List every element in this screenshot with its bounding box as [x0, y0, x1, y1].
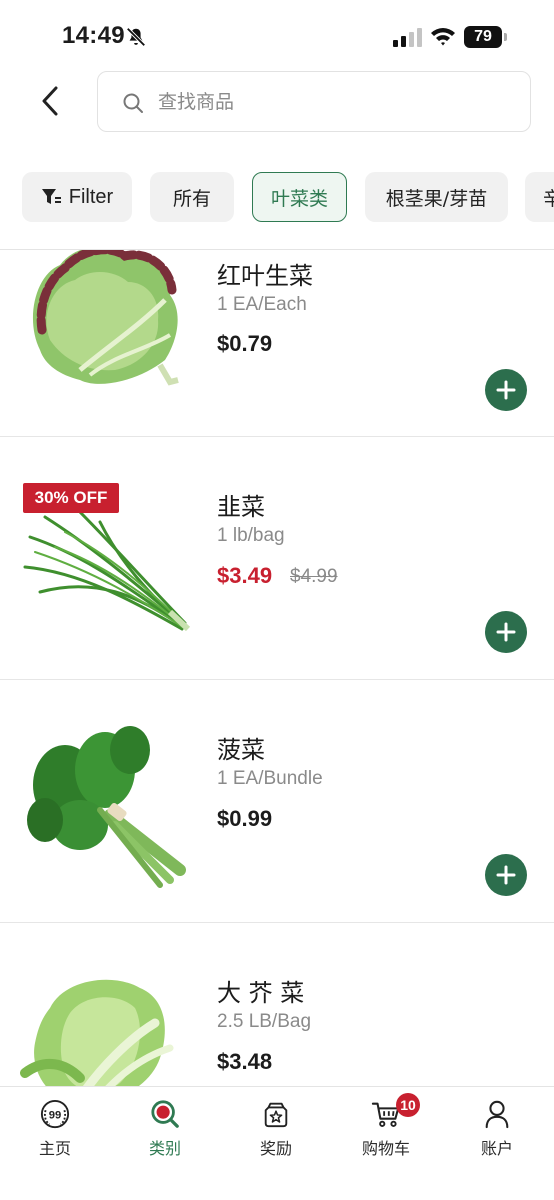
chevron-left-icon — [42, 86, 58, 116]
product-card[interactable]: 菠菜 1 EA/Bundle $0.99 — [0, 680, 554, 923]
product-price: $3.48 — [217, 1049, 273, 1074]
home-logo-icon: 99 — [40, 1099, 70, 1129]
product-price: $0.99 — [217, 806, 273, 831]
filter-label: Filter — [68, 185, 114, 208]
product-list: 红叶生菜 1 EA/Each $0.79 30% OFF 韭菜 1 lb/bag… — [0, 250, 554, 1086]
search-icon — [123, 93, 143, 113]
category-search-icon — [151, 1100, 179, 1128]
search-input[interactable] — [158, 72, 518, 131]
product-card[interactable]: 大 芥 菜 2.5 LB/Bag $3.48 — [0, 923, 554, 1086]
cart-count-badge: 10 — [396, 1093, 420, 1117]
bottom-nav: 99 主页 类别 奖励 10 购物车 账户 — [0, 1086, 554, 1200]
product-original-price: $4.99 — [290, 566, 338, 587]
back-button[interactable] — [30, 80, 72, 122]
product-image-mustard-greens — [20, 979, 174, 1086]
bell-slash-icon — [126, 27, 146, 47]
add-to-cart-button[interactable] — [485, 611, 527, 653]
product-name: 大 芥 菜 — [217, 979, 305, 1007]
status-time: 14:49 — [62, 22, 125, 49]
product-image-red-leaf-lettuce — [33, 250, 179, 386]
plus-icon — [496, 380, 516, 400]
filter-icon — [41, 189, 61, 204]
nav-home[interactable]: 99 主页 — [10, 1099, 100, 1159]
product-card[interactable]: 红叶生菜 1 EA/Each $0.79 — [0, 250, 554, 437]
chip-next-category[interactable]: 辛 — [525, 172, 554, 222]
chip-leafy-greens[interactable]: 叶菜类 — [252, 172, 347, 222]
nav-account[interactable]: 账户 — [452, 1099, 542, 1159]
product-unit: 2.5 LB/Bag — [217, 1011, 312, 1032]
rewards-bag-icon — [264, 1102, 288, 1128]
account-icon — [485, 1100, 509, 1129]
add-to-cart-button[interactable] — [485, 369, 527, 411]
nav-category-label: 类别 — [148, 1139, 181, 1158]
plus-icon — [496, 622, 516, 642]
nav-rewards-label: 奖励 — [259, 1139, 292, 1158]
product-price: $0.79 — [217, 331, 273, 356]
add-to-cart-button[interactable] — [485, 854, 527, 896]
chip-all[interactable]: 所有 — [150, 172, 234, 222]
nav-account-label: 账户 — [480, 1139, 513, 1158]
nav-category[interactable]: 类别 — [120, 1099, 210, 1159]
product-unit: 1 EA/Each — [217, 294, 307, 315]
product-unit: 1 EA/Bundle — [217, 768, 323, 789]
status-bar: 14:49 79 — [0, 0, 554, 70]
battery-level: 79 — [464, 26, 502, 48]
nav-cart[interactable]: 10 购物车 — [341, 1093, 431, 1159]
nav-home-label: 主页 — [38, 1139, 71, 1158]
product-card[interactable]: 30% OFF 韭菜 1 lb/bag $3.49 $4.99 — [0, 437, 554, 680]
battery-icon: 79 — [464, 26, 508, 48]
battery-cap — [504, 33, 507, 41]
product-image-spinach — [27, 726, 186, 888]
home-logo-text: 99 — [49, 1110, 62, 1122]
discount-badge: 30% OFF — [23, 483, 119, 513]
product-name: 韭菜 — [217, 493, 265, 521]
plus-icon — [496, 865, 516, 885]
search-box[interactable] — [97, 71, 531, 132]
product-name: 菠菜 — [217, 736, 265, 764]
signal-icon — [393, 28, 422, 47]
filter-chip[interactable]: Filter — [22, 172, 132, 222]
nav-rewards[interactable]: 奖励 — [231, 1099, 321, 1159]
product-sale-price: $3.49 — [217, 563, 273, 588]
product-name: 红叶生菜 — [217, 262, 313, 290]
category-chips: Filter 所有 叶菜类 根茎果/芽苗 辛 — [0, 172, 554, 224]
wifi-icon — [431, 28, 455, 46]
nav-cart-label: 购物车 — [361, 1139, 410, 1158]
product-unit: 1 lb/bag — [217, 525, 285, 546]
chip-root-vegetables[interactable]: 根茎果/芽苗 — [365, 172, 508, 222]
